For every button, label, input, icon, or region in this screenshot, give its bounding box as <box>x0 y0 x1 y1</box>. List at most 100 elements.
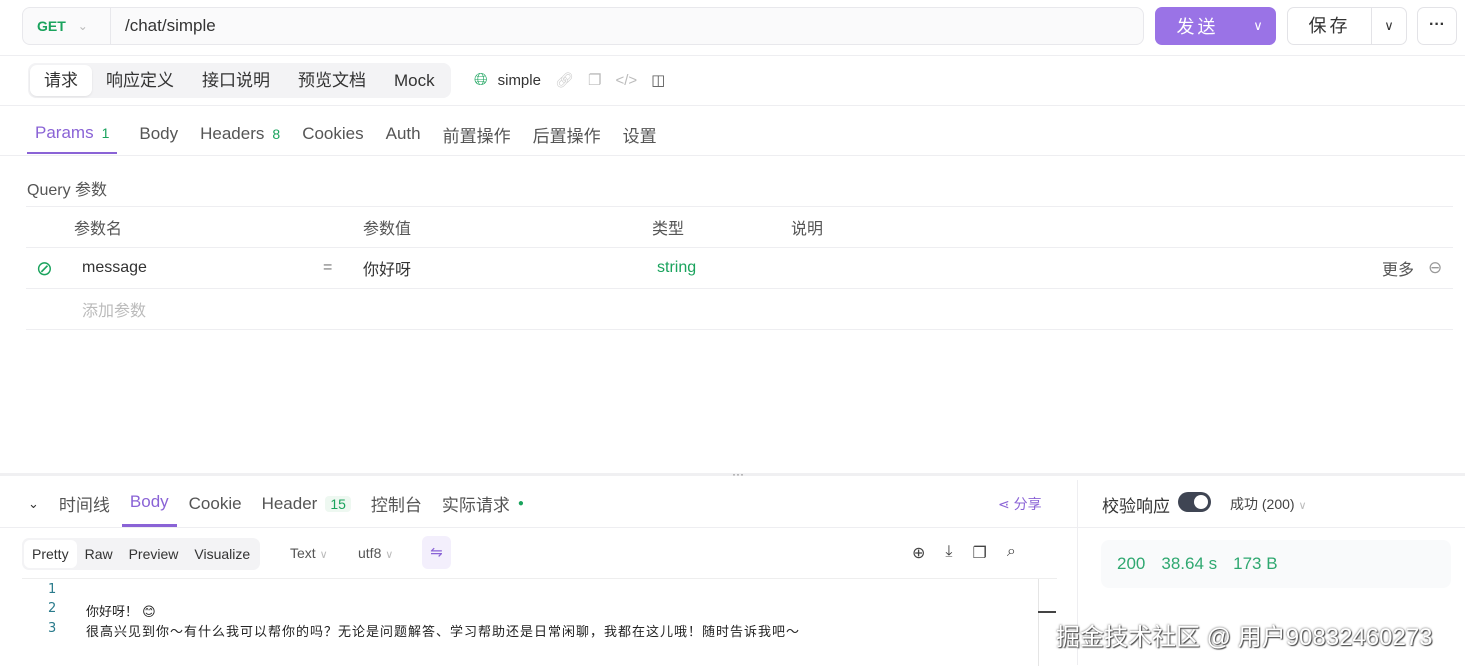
tab-body[interactable]: Body <box>121 480 177 527</box>
view-visualize[interactable]: Visualize <box>186 540 258 568</box>
tab-auth[interactable]: Auth <box>386 114 421 154</box>
divider <box>0 55 1465 56</box>
tab-label: 控制台 <box>370 496 422 515</box>
line-number: 2 <box>48 601 57 616</box>
tab-label: Body <box>129 492 169 511</box>
share-button[interactable]: ⋖ 分享 <box>998 494 1042 514</box>
status-label: 成功 (200) <box>1230 496 1295 512</box>
view-mode-tabs: Pretty Raw Preview Visualize <box>22 538 261 570</box>
search-icon[interactable]: ⌕ <box>1007 543 1016 563</box>
divider <box>0 105 1465 106</box>
response-size: 173 B <box>1233 554 1278 573</box>
copy-icon[interactable]: ❐ <box>588 71 601 89</box>
scrollbar-thumb[interactable] <box>1038 611 1056 613</box>
equals-sign: = <box>323 259 333 276</box>
tab-body[interactable]: Body <box>139 114 178 154</box>
scrollbar-track[interactable] <box>1038 579 1039 666</box>
status-select[interactable]: 成功 (200) ∨ <box>1230 494 1307 514</box>
query-title: Query 参数 <box>27 182 108 199</box>
view-pretty[interactable]: Pretty <box>24 540 77 568</box>
tab-request[interactable]: 请求 <box>30 65 92 96</box>
tab-timeline[interactable]: 时间线 <box>59 480 110 527</box>
tab-actual-request[interactable]: 实际请求 ● <box>442 480 524 527</box>
tab-response-def[interactable]: 响应定义 <box>92 65 188 96</box>
tab-label: 时间线 <box>58 496 110 515</box>
env-name[interactable]: simple <box>498 72 541 89</box>
chevron-down-icon: ∨ <box>385 549 394 561</box>
send-button[interactable]: 发送 ∨ <box>1155 7 1276 45</box>
format-select[interactable]: Text ∨ <box>290 545 328 561</box>
save-button[interactable]: 保存 ∨ <box>1287 7 1407 45</box>
tab-cookies[interactable]: Cookies <box>302 114 363 154</box>
code-icon[interactable]: </> <box>615 72 637 89</box>
divider <box>0 155 1465 156</box>
more-icon[interactable]: ··· <box>1417 7 1457 45</box>
tab-pre-ops[interactable]: 前置操作 <box>443 114 511 154</box>
col-name: 参数名 <box>74 221 123 238</box>
add-param-row[interactable]: 添加参数 <box>26 289 1453 330</box>
tab-label: Body <box>139 124 179 143</box>
tab-headers[interactable]: Headers 8 <box>200 114 280 154</box>
env-meta: 🌐︎ simple 🔗︎ ❐ </> ◫ <box>474 70 665 90</box>
param-tabs: Params 1 Body Headers 8 Cookies Auth 前置操作 … <box>27 114 657 154</box>
tab-cookie[interactable]: Cookie <box>189 480 242 527</box>
panel-icon[interactable]: ◫ <box>651 71 665 89</box>
tab-api-doc[interactable]: 接口说明 <box>188 65 284 96</box>
chevron-down-icon[interactable]: ∨ <box>1240 18 1276 34</box>
link-icon[interactable]: 🔗︎ <box>555 71 574 89</box>
tab-params[interactable]: Params 1 <box>27 114 118 154</box>
upload-icon[interactable]: ⊕ <box>912 543 925 563</box>
encoding-label: utf8 <box>358 545 382 561</box>
add-param-input[interactable]: 添加参数 <box>82 297 146 321</box>
tab-header[interactable]: Header 15 <box>262 480 351 527</box>
divider <box>1078 527 1465 528</box>
table-row: ⊘ message = 你好呀 string 更多 ⊖ <box>26 248 1453 289</box>
tab-label: 前置操作 <box>442 126 511 146</box>
table-header: 参数名 参数值 类型 说明 <box>26 206 1453 248</box>
divider <box>0 527 1077 528</box>
tab-console[interactable]: 控制台 <box>371 480 422 527</box>
view-preview[interactable]: Preview <box>121 540 187 568</box>
tab-mock[interactable]: Mock <box>380 65 449 96</box>
watermark: 掘金技术社区 @ 用户90832460273 <box>1056 624 1433 651</box>
tab-label: Cookie <box>188 493 242 513</box>
chevron-down-icon[interactable]: ∨ <box>1372 18 1406 34</box>
param-type[interactable]: string <box>657 259 696 277</box>
tab-preview-doc[interactable]: 预览文档 <box>284 65 380 96</box>
save-label: 保存 <box>1288 8 1372 44</box>
response-tools: ⊕ ⤓ ❐ ⌕ <box>912 543 1016 563</box>
method-select[interactable]: GET ⌄ <box>23 8 111 44</box>
col-value: 参数值 <box>363 221 412 238</box>
param-name[interactable]: message <box>82 259 147 277</box>
col-desc: 说明 <box>791 221 824 238</box>
response-time: 38.64 s <box>1161 554 1218 573</box>
tab-label: Headers <box>200 124 265 143</box>
code-line: 你好呀！ 😊 <box>86 605 156 620</box>
tab-label: Params <box>35 123 94 142</box>
remove-icon[interactable]: ⊖ <box>1428 258 1442 278</box>
validate-toggle[interactable] <box>1178 492 1211 512</box>
tab-label: Header <box>261 493 318 513</box>
tab-post-ops[interactable]: 后置操作 <box>533 114 601 154</box>
check-circle-icon[interactable]: ⊘ <box>36 256 53 281</box>
chevron-down-icon: ∨ <box>319 549 328 561</box>
encoding-select[interactable]: utf8 ∨ <box>358 545 393 561</box>
url-bar[interactable]: GET ⌄ /chat/simple <box>22 7 1144 45</box>
drag-dots-icon[interactable]: ··· <box>732 467 744 481</box>
status-dot-icon: ● <box>517 498 524 509</box>
download-icon[interactable]: ⤓ <box>945 543 952 563</box>
response-tabs: ⌄ 时间线 Body Cookie Header 15 控制台 实际请求 ● <box>28 480 524 527</box>
line-number: 1 <box>48 582 57 597</box>
tab-settings[interactable]: 设置 <box>623 114 657 154</box>
url-input[interactable]: /chat/simple <box>111 16 216 36</box>
validate-label: 校验响应 <box>1102 497 1170 516</box>
param-value[interactable]: 你好呀 <box>363 256 411 280</box>
collapse-icon[interactable]: ⌄ <box>28 496 39 512</box>
copy-icon[interactable]: ❐ <box>972 543 986 563</box>
more-button[interactable]: 更多 <box>1382 256 1414 280</box>
tab-label: Cookies <box>302 124 364 143</box>
wrap-icon[interactable]: ⇋ <box>422 536 451 569</box>
share-label: 分享 <box>1013 496 1042 512</box>
response-body[interactable]: 1 2 你好呀！ 😊 3 很高兴见到你～有什么我可以帮你的吗？无论是问题解答、学… <box>22 578 1057 666</box>
view-raw[interactable]: Raw <box>77 540 121 568</box>
